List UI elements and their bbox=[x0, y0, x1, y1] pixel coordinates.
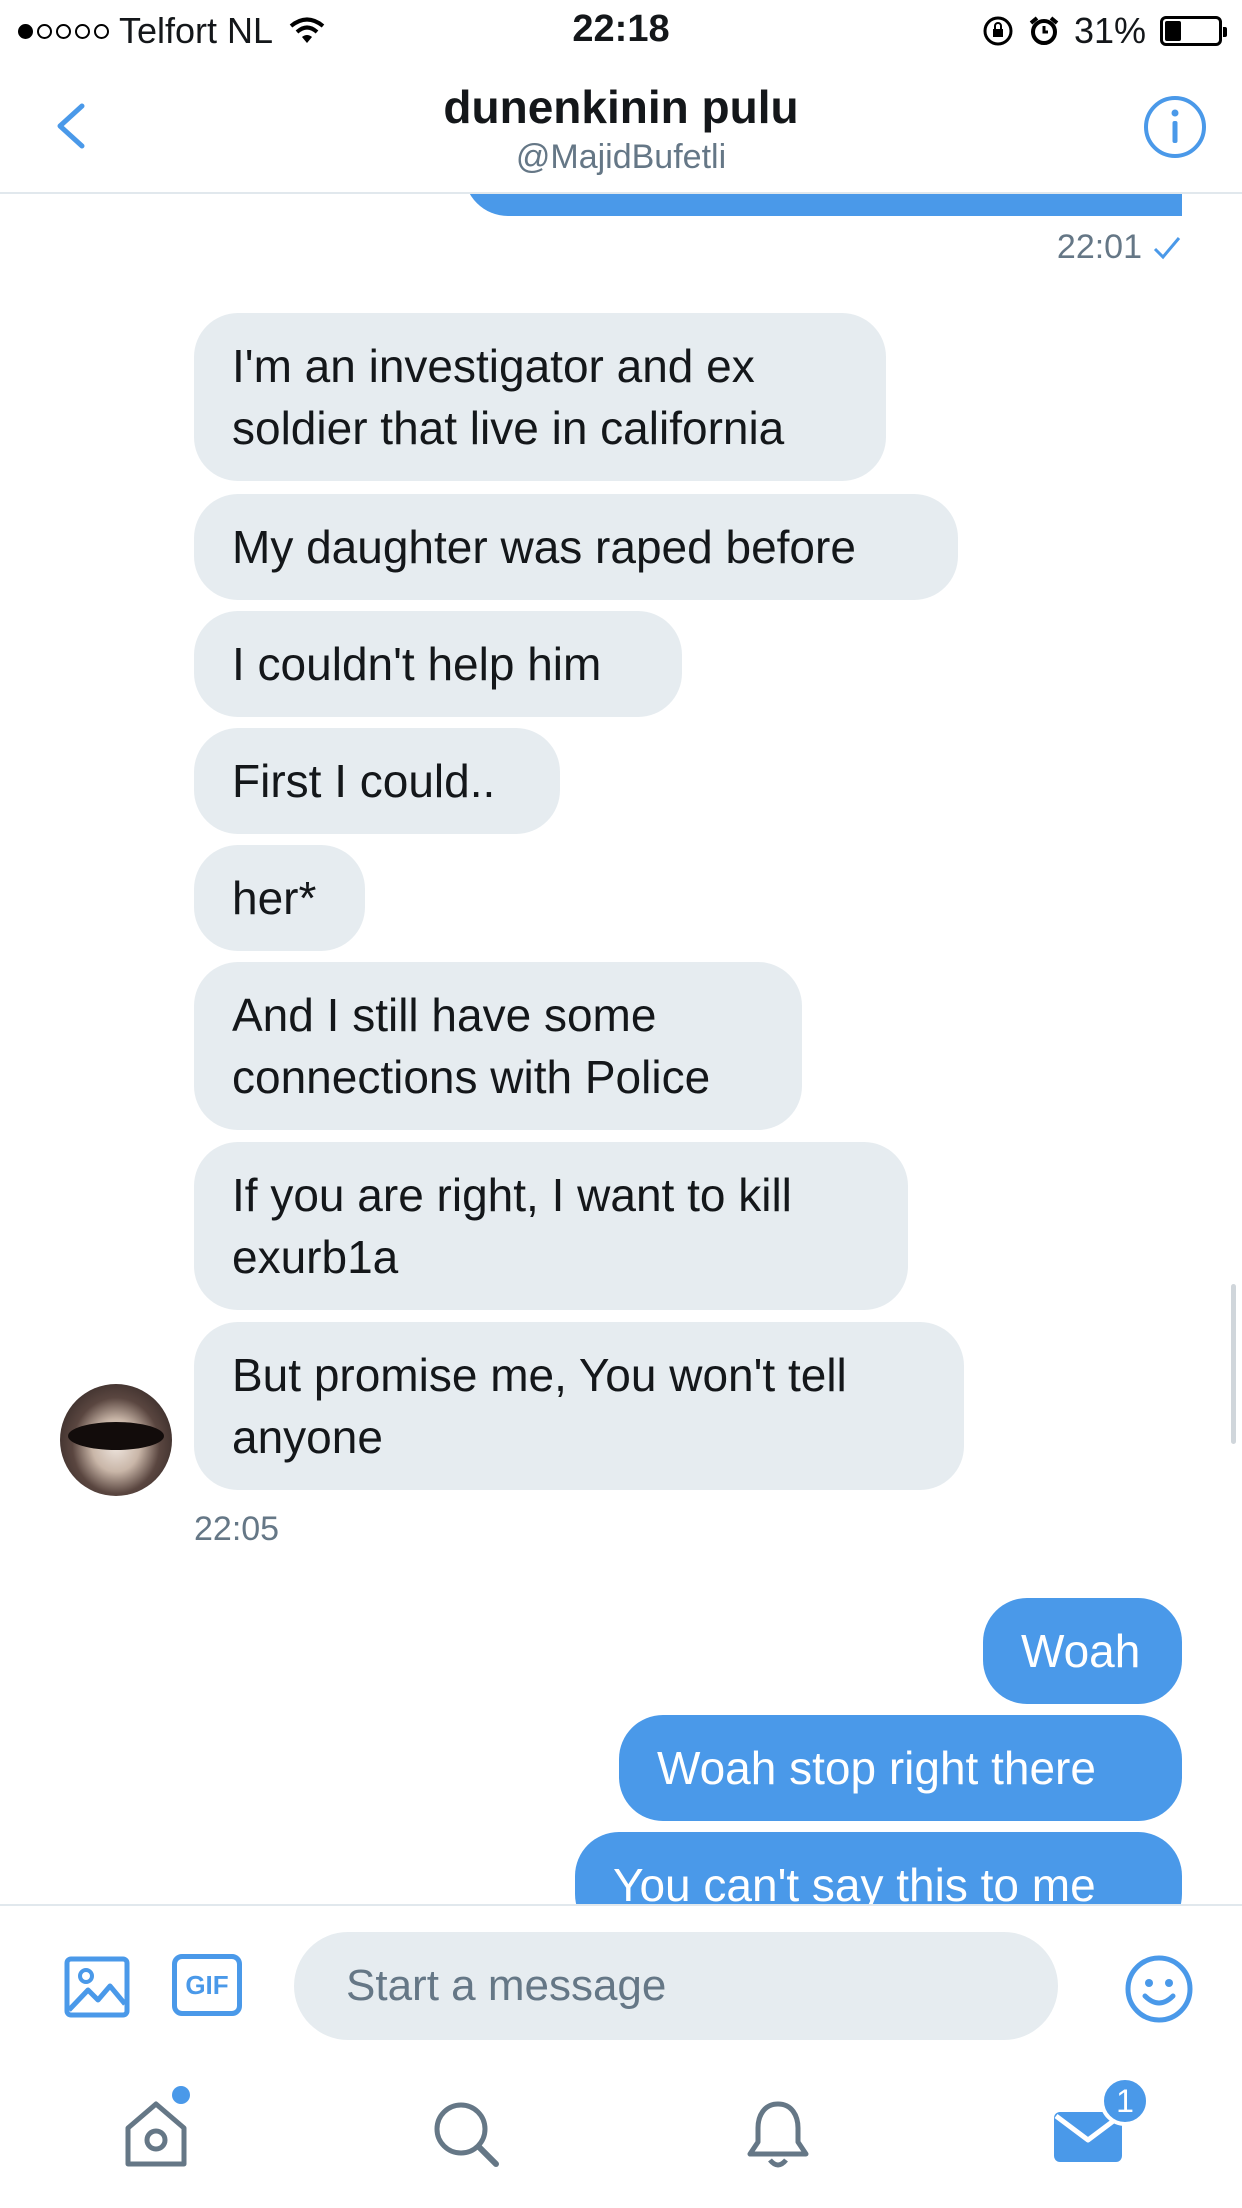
received-message[interactable]: If you are right, I want to kill exurb1a bbox=[194, 1142, 908, 1310]
info-icon[interactable] bbox=[1142, 94, 1208, 160]
search-icon[interactable] bbox=[428, 2096, 504, 2172]
contact-name[interactable]: dunenkinin pulu bbox=[0, 80, 1242, 134]
conversation-header: dunenkinin pulu @MajidBufetli bbox=[0, 62, 1242, 194]
message-thread[interactable]: 22:01 I'm an investigator and ex soldier… bbox=[0, 194, 1242, 1904]
contact-avatar[interactable] bbox=[60, 1384, 172, 1496]
sent-message[interactable]: You can't say this to me bbox=[575, 1832, 1182, 1904]
received-message[interactable]: her* bbox=[194, 845, 365, 951]
sent-timestamp: 22:01 bbox=[1057, 228, 1182, 267]
message-composer: GIF bbox=[0, 1904, 1242, 2056]
scrollbar[interactable] bbox=[1231, 1284, 1236, 1444]
received-message[interactable]: But promise me, You won't tell anyone bbox=[194, 1322, 964, 1490]
messages-badge: 1 bbox=[1100, 2076, 1150, 2126]
message-input[interactable] bbox=[294, 1932, 1058, 2040]
sent-message[interactable]: Woah bbox=[983, 1598, 1182, 1704]
sent-message[interactable]: Woah stop right there bbox=[619, 1715, 1182, 1821]
received-message[interactable]: My daughter was raped before bbox=[194, 494, 958, 600]
home-new-indicator bbox=[172, 2086, 190, 2104]
home-icon[interactable] bbox=[118, 2096, 194, 2172]
read-check-icon bbox=[1153, 236, 1181, 259]
contact-handle[interactable]: @MajidBufetli bbox=[0, 138, 1242, 177]
received-message[interactable]: I couldn't help him bbox=[194, 611, 682, 717]
received-timestamp: 22:05 bbox=[194, 1510, 280, 1548]
status-right: 31% bbox=[982, 10, 1227, 52]
image-icon[interactable] bbox=[64, 1954, 130, 2020]
gif-label: GIF bbox=[185, 1969, 229, 2000]
orientation-lock-icon bbox=[983, 16, 1013, 46]
received-message[interactable]: I'm an investigator and ex soldier that … bbox=[194, 313, 886, 481]
gif-button[interactable]: GIF bbox=[172, 1954, 242, 2016]
battery-percent: 31% bbox=[1073, 10, 1146, 51]
received-message[interactable]: And I still have some connections with P… bbox=[194, 962, 802, 1130]
emoji-icon[interactable] bbox=[1124, 1954, 1194, 2024]
status-bar: Telfort NL 22:18 31% bbox=[0, 0, 1242, 62]
previous-sent-bubble[interactable] bbox=[464, 194, 1182, 216]
alarm-icon bbox=[1029, 16, 1059, 45]
tab-bar: 1 bbox=[0, 2056, 1242, 2208]
received-message[interactable]: First I could.. bbox=[194, 728, 560, 834]
bell-icon[interactable] bbox=[740, 2096, 816, 2172]
sent-timestamp-text: 22:01 bbox=[1056, 228, 1142, 266]
battery-icon bbox=[1160, 16, 1227, 46]
